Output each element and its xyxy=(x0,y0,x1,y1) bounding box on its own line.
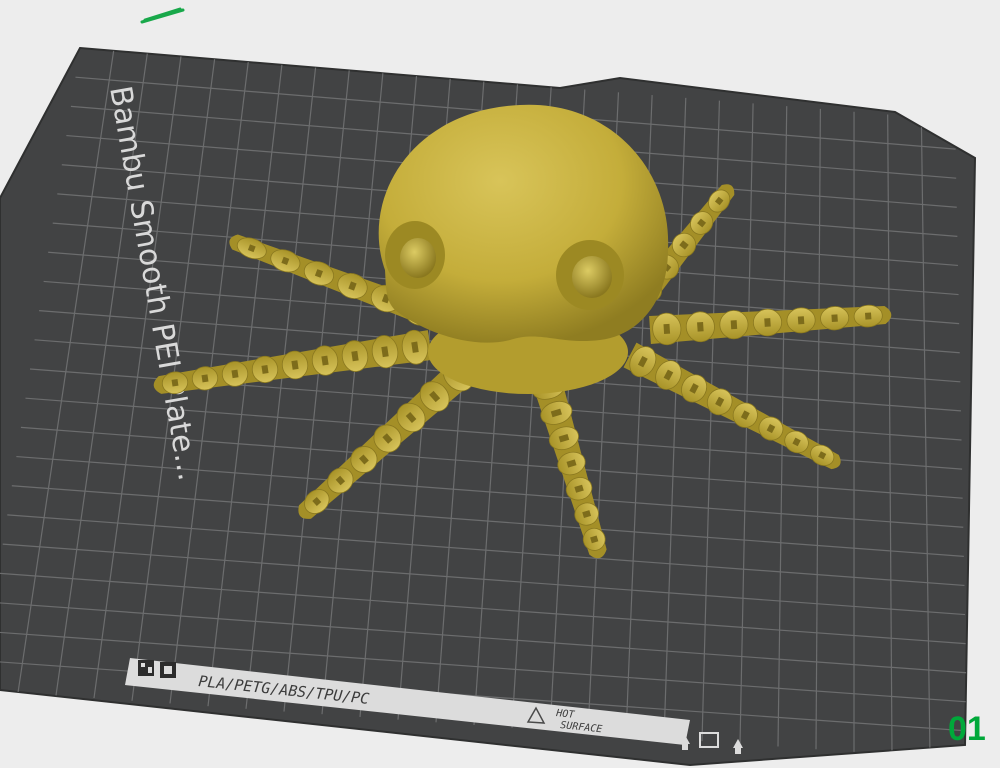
tentacle-joint xyxy=(291,360,299,370)
tentacle-joint xyxy=(171,379,179,387)
tentacle-joint xyxy=(831,314,838,323)
tentacle-joint xyxy=(730,320,738,330)
3d-viewport[interactable]: Bambu Smooth PEI Plate... PLA/PETG/ABS/T… xyxy=(0,0,1000,768)
tentacle-joint xyxy=(797,316,805,325)
tentacle-joint xyxy=(663,323,671,335)
tentacle-joint xyxy=(865,312,872,320)
tentacle-joint xyxy=(764,318,771,327)
plate-name-suffix: ... xyxy=(167,449,206,483)
plate-number: 01 xyxy=(948,710,986,748)
tentacle-joint xyxy=(231,369,239,379)
hot-surface-line1: HOT xyxy=(555,708,576,721)
edit-icon[interactable] xyxy=(140,7,185,24)
tentacle-joint xyxy=(201,374,209,383)
left-eye xyxy=(385,221,445,289)
tentacle-joint xyxy=(261,364,269,374)
tentacle-joint xyxy=(697,321,704,332)
right-eye xyxy=(556,240,624,310)
